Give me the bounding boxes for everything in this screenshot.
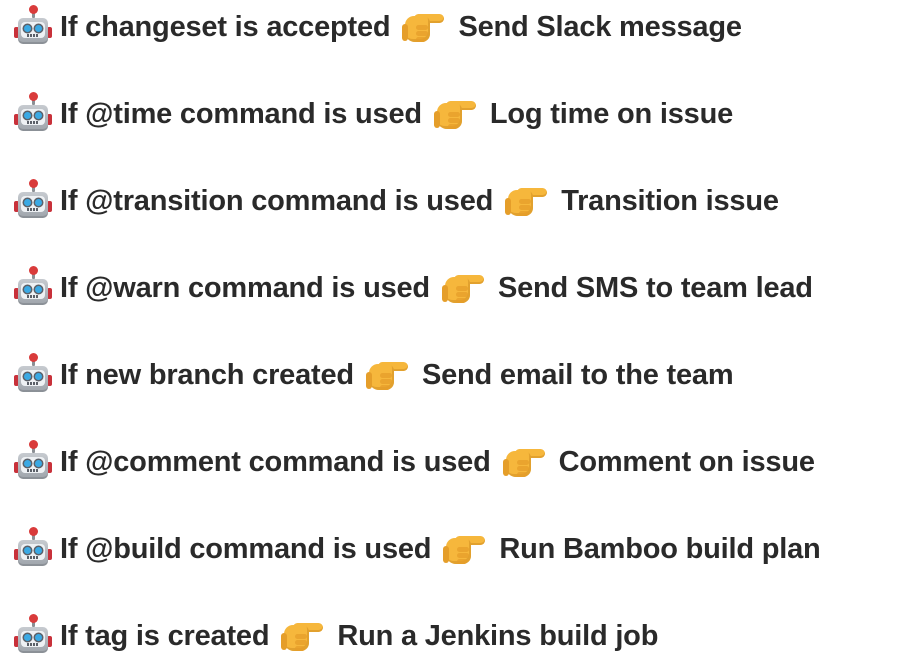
rule-condition: If @build command is used xyxy=(60,532,432,565)
pointing-right-hand-icon xyxy=(433,97,478,131)
pointing-right-hand-icon xyxy=(281,619,325,653)
rule-row: If @warn command is used Send SMS to tea… xyxy=(0,263,813,313)
rule-condition: If changeset is accepted xyxy=(60,10,391,43)
rule-row: If @comment command is used Comment on i… xyxy=(0,437,815,487)
robot-icon xyxy=(14,353,52,394)
robot-icon xyxy=(14,5,52,46)
rule-row: If changeset is accepted Send Slack mess… xyxy=(0,2,742,52)
pointing-right-hand-icon xyxy=(441,271,486,305)
rule-action: Log time on issue xyxy=(489,97,734,130)
pointing-right-hand-icon xyxy=(502,445,547,479)
rule-condition: If tag is created xyxy=(60,619,270,652)
rule-condition: If @warn command is used xyxy=(60,271,430,304)
rule-condition: If new branch created xyxy=(60,358,354,391)
rule-condition: If @transition command is used xyxy=(60,184,494,217)
rule-action: Run a Jenkins build job xyxy=(337,619,659,652)
rule-action: Run Bamboo build plan xyxy=(499,532,821,565)
rule-row: If tag is created Run a Jenkins build jo… xyxy=(0,611,658,661)
rule-row: If @time command is used Log time on iss… xyxy=(0,89,733,139)
rule-row: If @build command is used Run Bamboo bui… xyxy=(0,524,821,574)
rule-action: Comment on issue xyxy=(558,445,815,478)
rule-row: If new branch created Send email to the … xyxy=(0,350,734,400)
robot-icon xyxy=(14,527,52,568)
rule-action: Send SMS to team lead xyxy=(497,271,813,304)
automation-rule-list: If changeset is accepted Send Slack mess… xyxy=(0,0,908,655)
robot-icon xyxy=(14,266,52,307)
pointing-right-hand-icon xyxy=(505,184,549,218)
pointing-right-hand-icon xyxy=(443,532,487,566)
robot-icon xyxy=(14,179,52,220)
rule-action: Send email to the team xyxy=(421,358,734,391)
rule-action: Send Slack message xyxy=(458,10,742,43)
rule-condition: If @time command is used xyxy=(60,97,422,130)
robot-icon xyxy=(14,92,52,133)
rule-row: If @transition command is used Transitio… xyxy=(0,176,779,226)
robot-icon xyxy=(14,440,52,481)
robot-icon xyxy=(14,614,52,655)
pointing-right-hand-icon xyxy=(402,10,446,44)
rule-condition: If @comment command is used xyxy=(60,445,491,478)
rule-action: Transition issue xyxy=(561,184,779,217)
pointing-right-hand-icon xyxy=(365,358,410,392)
